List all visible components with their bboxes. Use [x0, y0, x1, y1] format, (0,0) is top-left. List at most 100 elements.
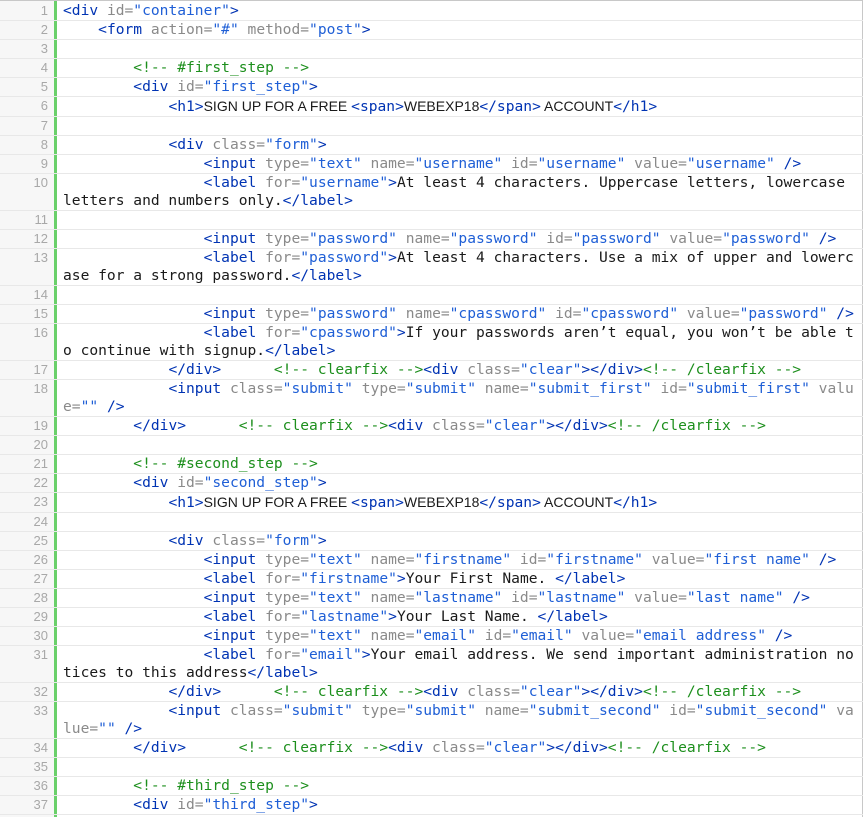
- code-line[interactable]: 18 <input class="submit" type="submit" n…: [0, 380, 863, 417]
- code-line[interactable]: 26 <input type="text" name="firstname" i…: [0, 551, 863, 570]
- code-line[interactable]: 12 <input type="password" name="password…: [0, 230, 863, 249]
- code-line-text: <div class="form">: [63, 532, 859, 550]
- code-token-attr: name=: [361, 589, 415, 606]
- code-line[interactable]: 29 <label for="lastname">Your Last Name.…: [0, 608, 863, 627]
- code-token-str: "form": [265, 532, 318, 549]
- code-line[interactable]: 4 <!-- #first_step -->: [0, 59, 863, 78]
- code-token-str: "submit": [282, 702, 353, 719]
- code-token-tag: <input: [203, 589, 266, 606]
- code-line[interactable]: 6 <h1>SIGN UP FOR A FREE <span>WEBEXP18<…: [0, 97, 863, 117]
- code-line[interactable]: 3: [0, 40, 863, 59]
- code-token-str: "submit_second": [695, 702, 828, 719]
- code-line[interactable]: 13 <label for="password">At least 4 char…: [0, 249, 863, 286]
- code-line[interactable]: 35: [0, 758, 863, 777]
- code-line[interactable]: 24: [0, 513, 863, 532]
- line-number: 35: [33, 759, 48, 774]
- code-line-text: <div id="third_step">: [63, 796, 859, 814]
- code-line-text: [63, 758, 859, 776]
- code-line[interactable]: 9 <input type="text" name="username" id=…: [0, 155, 863, 174]
- code-line[interactable]: 11: [0, 211, 863, 230]
- code-token-str: "username": [686, 155, 775, 172]
- code-line[interactable]: 34 </div> <!-- clearfix --><div class="c…: [0, 739, 863, 758]
- code-line[interactable]: 31 <label for="email">Your email address…: [0, 646, 863, 683]
- code-token-str: "submit_first": [686, 380, 810, 397]
- code-line[interactable]: 16 <label for="cpassword">If your passwo…: [0, 324, 863, 361]
- code-line-text: [63, 117, 859, 135]
- code-token-tag: <label: [203, 249, 266, 266]
- code-token-str: "clear": [484, 739, 547, 756]
- code-line[interactable]: 8 <div class="form">: [0, 136, 863, 155]
- code-token-attr: for=: [265, 174, 301, 191]
- code-token-cmt: <!-- clearfix -->: [273, 361, 424, 378]
- code-token-str: "cpassword": [300, 324, 397, 341]
- code-token-cmt: <!-- /clearfix -->: [642, 683, 802, 700]
- code-token-tag: ></div>: [581, 683, 643, 700]
- code-line[interactable]: 37 <div id="third_step">: [0, 796, 863, 815]
- code-token-tag: <div: [133, 78, 178, 95]
- line-number: 16: [33, 325, 48, 340]
- code-token-attr: class=: [432, 417, 485, 434]
- code-token-tag: <div: [133, 474, 178, 491]
- code-token-attr: name=: [396, 305, 450, 322]
- code-line-text: <input type="text" name="username" id="u…: [63, 155, 859, 173]
- code-line[interactable]: 36 <!-- #third_step -->: [0, 777, 863, 796]
- code-token-tag: <input: [203, 305, 266, 322]
- code-line[interactable]: 23 <h1>SIGN UP FOR A FREE <span>WEBEXP18…: [0, 493, 863, 513]
- code-token-tag: >: [229, 2, 239, 19]
- code-line[interactable]: 28 <input type="text" name="lastname" id…: [0, 589, 863, 608]
- code-token-attr: type=: [265, 627, 310, 644]
- code-token-str: "": [98, 720, 116, 737]
- line-number: 8: [40, 137, 48, 152]
- code-line[interactable]: 25 <div class="form">: [0, 532, 863, 551]
- code-lines[interactable]: 1 <div id="container"> 2 <form action="#" …: [0, 2, 863, 817]
- code-token-str: "firstname": [300, 570, 397, 587]
- line-number: 20: [33, 437, 48, 452]
- code-token-str: "firstname": [546, 551, 643, 568]
- code-line[interactable]: 33 <input class="submit" type="submit" n…: [0, 702, 863, 739]
- code-line-text: <h1>SIGN UP FOR A FREE <span>WEBEXP18</s…: [63, 493, 859, 512]
- code-line-text: </div> <!-- clearfix --><div class="clea…: [63, 683, 859, 701]
- code-token-tag: >: [309, 796, 318, 813]
- code-line[interactable]: 19 </div> <!-- clearfix --><div class="c…: [0, 417, 863, 436]
- code-token-attr: value=: [660, 230, 723, 247]
- code-line[interactable]: 32 </div> <!-- clearfix --><div class="c…: [0, 683, 863, 702]
- code-token-tag: <input: [203, 551, 266, 568]
- code-token-str: "last name": [686, 589, 784, 606]
- code-line-text: <!-- #third_step -->: [63, 777, 859, 795]
- code-line[interactable]: 27 <label for="firstname">Your First Nam…: [0, 570, 863, 589]
- code-line[interactable]: 30 <input type="text" name="email" id="e…: [0, 627, 863, 646]
- code-line[interactable]: 20: [0, 436, 863, 455]
- code-token-tag: >: [317, 532, 327, 549]
- code-token-attr: id=: [651, 380, 687, 397]
- code-token-tag: />: [783, 589, 810, 606]
- code-token-attr: class=: [229, 702, 283, 719]
- code-token-tag: />: [827, 305, 854, 322]
- code-token-tag: </label>: [291, 267, 362, 284]
- code-line[interactable]: 5 <div id="first_step">: [0, 78, 863, 97]
- code-token-str: "container": [133, 2, 230, 19]
- code-line[interactable]: 10 <label for="username">At least 4 char…: [0, 174, 863, 211]
- code-line[interactable]: 17 </div> <!-- clearfix --><div class="c…: [0, 361, 863, 380]
- line-number: 22: [33, 475, 48, 490]
- line-number: 10: [33, 175, 48, 190]
- code-token-str: "submit_first": [528, 380, 652, 397]
- code-editor[interactable]: 1 <div id="container"> 2 <form action="#" …: [0, 0, 863, 817]
- line-number: 18: [33, 381, 48, 396]
- code-line[interactable]: 7: [0, 117, 863, 136]
- code-line-text: <!-- #second_step -->: [63, 455, 859, 473]
- code-line[interactable]: 15 <input type="password" name="cpasswor…: [0, 305, 863, 324]
- code-line[interactable]: 2 <form action="#" method="post">: [0, 21, 863, 40]
- code-token-tag: <span>: [351, 494, 404, 511]
- code-line[interactable]: 1 <div id="container">: [0, 2, 863, 21]
- code-line[interactable]: 14: [0, 286, 863, 305]
- code-line-text: <label for="password">At least 4 charact…: [63, 249, 859, 285]
- line-number: 17: [33, 362, 48, 377]
- code-token-str: "clear": [484, 417, 547, 434]
- code-line[interactable]: 22 <div id="second_step">: [0, 474, 863, 493]
- code-token-str: "submit": [405, 702, 476, 719]
- code-line[interactable]: 21 <!-- #second_step -->: [0, 455, 863, 474]
